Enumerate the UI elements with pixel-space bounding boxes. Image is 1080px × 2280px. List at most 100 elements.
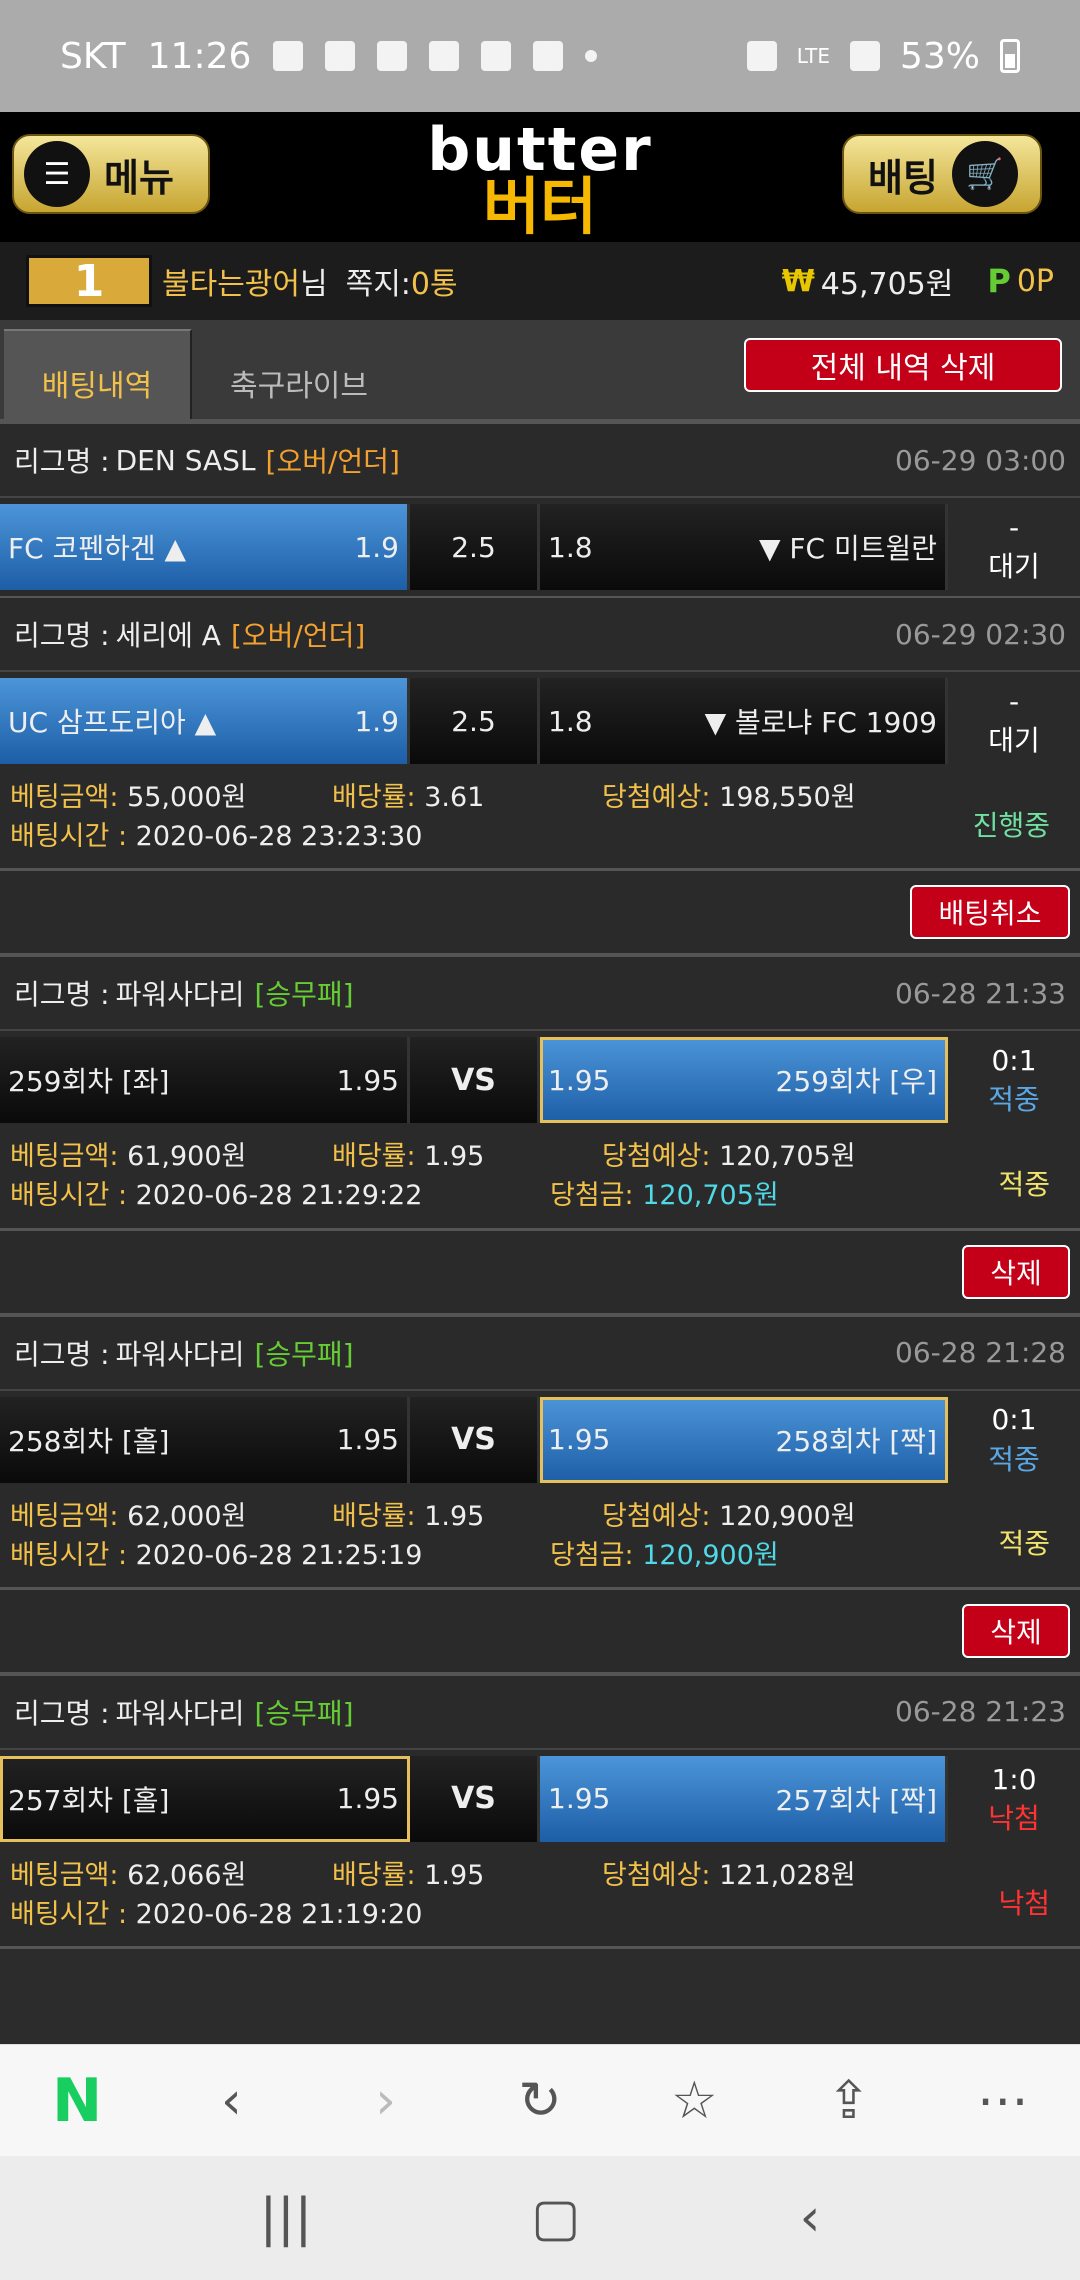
cancel-bet-button[interactable]: 배팅취소 <box>910 885 1070 940</box>
list-icon: ☰ <box>24 141 90 207</box>
bet-amount: 62,066원 <box>127 1859 247 1891</box>
away-pick: 1.8 ▼ 볼로냐 FC 1909 <box>540 678 948 764</box>
message-count[interactable]: 0통 <box>411 259 458 303</box>
home-odds: 1.95 <box>336 1423 399 1457</box>
user-info-bar: 1 불타는광어 님 쪽지: 0통 ₩ 45,705원 P 0P <box>0 242 1080 322</box>
league-label: 리그명 : <box>14 978 110 1012</box>
points-icon: P <box>987 262 1011 300</box>
system-nav-bar: ||| ▢ ‹ <box>0 2156 1080 2280</box>
expected-win: 120,705원 <box>719 1141 856 1173</box>
expected-label: 당첨예상: <box>602 1500 711 1532</box>
bet-status: 진행중 <box>972 808 1050 842</box>
bet-time: 2020-06-28 23:23:30 <box>135 821 423 853</box>
site-logo[interactable]: butter 버터 <box>427 120 652 238</box>
bet-status: 적중 <box>998 1167 1050 1201</box>
win-amount-label: 당첨금: <box>550 1180 634 1212</box>
win-amount: 120,705원 <box>642 1180 779 1212</box>
delete-all-button[interactable]: 전체 내역 삭제 <box>744 338 1062 392</box>
delete-bet-button[interactable]: 삭제 <box>962 1244 1070 1299</box>
bet-amount: 55,000원 <box>127 782 247 813</box>
time-label: 배팅시간 : <box>10 821 128 853</box>
game-row: UC 삼프도리아 ▲ 1.9 2.5 1.8 ▼ 볼로냐 FC 1909 - 대… <box>0 672 1080 770</box>
tab-bar: 배팅내역 축구라이브 전체 내역 삭제 <box>0 322 1080 422</box>
game-row: 258회차 [홀] 1.95 VS 1.95 258회차 [짝] 0:1 적중 <box>0 1390 1080 1489</box>
score: - <box>1008 510 1020 544</box>
message-label[interactable]: 쪽지: <box>346 259 411 303</box>
live-score-icon <box>377 41 408 71</box>
bookmark-star-icon[interactable]: ☆ <box>649 2071 739 2131</box>
browser-toolbar: N ‹ › ↻ ☆ ⇪ ⋯ <box>0 2044 1080 2156</box>
result-status: 대기 <box>988 550 1040 583</box>
dot-icon <box>585 50 598 62</box>
home-odds: 1.95 <box>336 1782 399 1816</box>
away-team: ▼ 볼로냐 FC 1909 <box>704 706 937 739</box>
tab-betting-history[interactable]: 배팅내역 <box>4 329 192 419</box>
expected-label: 당첨예상: <box>602 782 711 813</box>
points-value: 0P <box>1016 263 1054 299</box>
rate-label: 배당률: <box>332 1500 416 1532</box>
bet-label: 배팅 <box>868 155 938 200</box>
tab-soccer-live[interactable]: 축구라이브 <box>230 329 368 419</box>
system-back-icon[interactable]: ‹ <box>800 2188 821 2248</box>
rate-label: 배당률: <box>332 1141 416 1173</box>
naver-home-icon[interactable]: N <box>32 2066 122 2136</box>
bet-actions: 삭제 <box>0 1230 1080 1315</box>
refresh-icon[interactable]: ↻ <box>495 2071 585 2131</box>
result-status: 대기 <box>988 724 1040 757</box>
bet-type: [승무패] <box>254 1696 354 1730</box>
amount-label: 베팅금액: <box>10 782 119 813</box>
amount-label: 베팅금액: <box>10 1500 119 1532</box>
league-header: 리그명 : 파워사다리 [승무패] 06-28 21:23 <box>0 1673 1080 1750</box>
bet-rate: 1.95 <box>424 1859 485 1891</box>
forward-icon[interactable]: › <box>341 2071 431 2131</box>
expected-win: 198,550원 <box>719 782 856 813</box>
delete-bet-button[interactable]: 삭제 <box>962 1603 1070 1658</box>
shopping-bag-icon <box>273 41 304 71</box>
home-pick: 257회차 [홀] 1.95 <box>0 1755 410 1842</box>
game-date: 06-28 21:28 <box>895 1336 1066 1370</box>
league-name: 파워사다리 <box>115 1337 245 1371</box>
back-icon[interactable]: ‹ <box>186 2071 276 2131</box>
league-header: 리그명 : 세리에 A [오버/언더] 06-29 02:30 <box>0 596 1080 672</box>
away-team: 258회차 [짝] <box>775 1424 937 1458</box>
home-pick: 259회차 [좌] 1.95 <box>0 1037 410 1124</box>
away-odds: 1.95 <box>548 1782 611 1816</box>
clock: 11:26 <box>147 35 252 77</box>
bet-summary: 베팅금액: 55,000원 배당률: 3.61 당첨예상: 198,550원 배… <box>0 770 1080 872</box>
bet-time: 2020-06-28 21:25:19 <box>135 1539 423 1571</box>
home-pick: UC 삼프도리아 ▲ 1.9 <box>0 678 410 764</box>
bet-time: 2020-06-28 21:19:20 <box>135 1898 423 1930</box>
game-result: - 대기 <box>948 504 1080 590</box>
menu-label: 메뉴 <box>104 155 174 200</box>
b-app-icon <box>429 41 460 71</box>
menu-button[interactable]: ☰ 메뉴 <box>12 134 210 214</box>
league-header: 리그명 : 파워사다리 [승무패] 06-28 21:33 <box>0 955 1080 1032</box>
time-label: 배팅시간 : <box>10 1898 128 1930</box>
away-odds: 1.8 <box>548 704 593 738</box>
expected-win: 121,028원 <box>719 1859 856 1891</box>
amount-label: 베팅금액: <box>10 1141 119 1173</box>
expected-win: 120,900원 <box>719 1500 856 1532</box>
share-icon[interactable]: ⇪ <box>804 2071 894 2131</box>
away-team: 257회차 [짝] <box>775 1783 937 1817</box>
bet-time: 2020-06-28 21:29:22 <box>135 1180 423 1212</box>
league-header: 리그명 : DEN SASL [오버/언더] 06-29 03:00 <box>0 422 1080 498</box>
betting-cart-button[interactable]: 배팅 🛒 <box>842 134 1042 214</box>
home-icon[interactable]: ▢ <box>531 2188 580 2248</box>
league-name: 파워사다리 <box>115 1696 245 1730</box>
away-pick: 1.8 ▼ FC 미트윌란 <box>540 504 948 590</box>
vs-label: VS <box>410 1755 540 1842</box>
won-icon: ₩ <box>781 263 815 299</box>
home-team: 258회차 [홀] <box>8 1424 170 1458</box>
home-odds: 1.9 <box>354 530 399 564</box>
more-options-icon[interactable]: ⋯ <box>958 2071 1048 2131</box>
expected-label: 당첨예상: <box>602 1141 711 1173</box>
league-label: 리그명 : <box>14 445 110 478</box>
status-bar: SKT 11:26 LTE 53% <box>0 0 1080 112</box>
away-pick: 1.95 259회차 [우] <box>540 1037 948 1124</box>
recent-apps-icon[interactable]: ||| <box>260 2188 313 2248</box>
game-date: 06-29 03:00 <box>895 443 1066 477</box>
amount-label: 베팅금액: <box>10 1859 119 1891</box>
vs-label: VS <box>410 1037 540 1124</box>
home-odds: 1.9 <box>354 704 399 738</box>
